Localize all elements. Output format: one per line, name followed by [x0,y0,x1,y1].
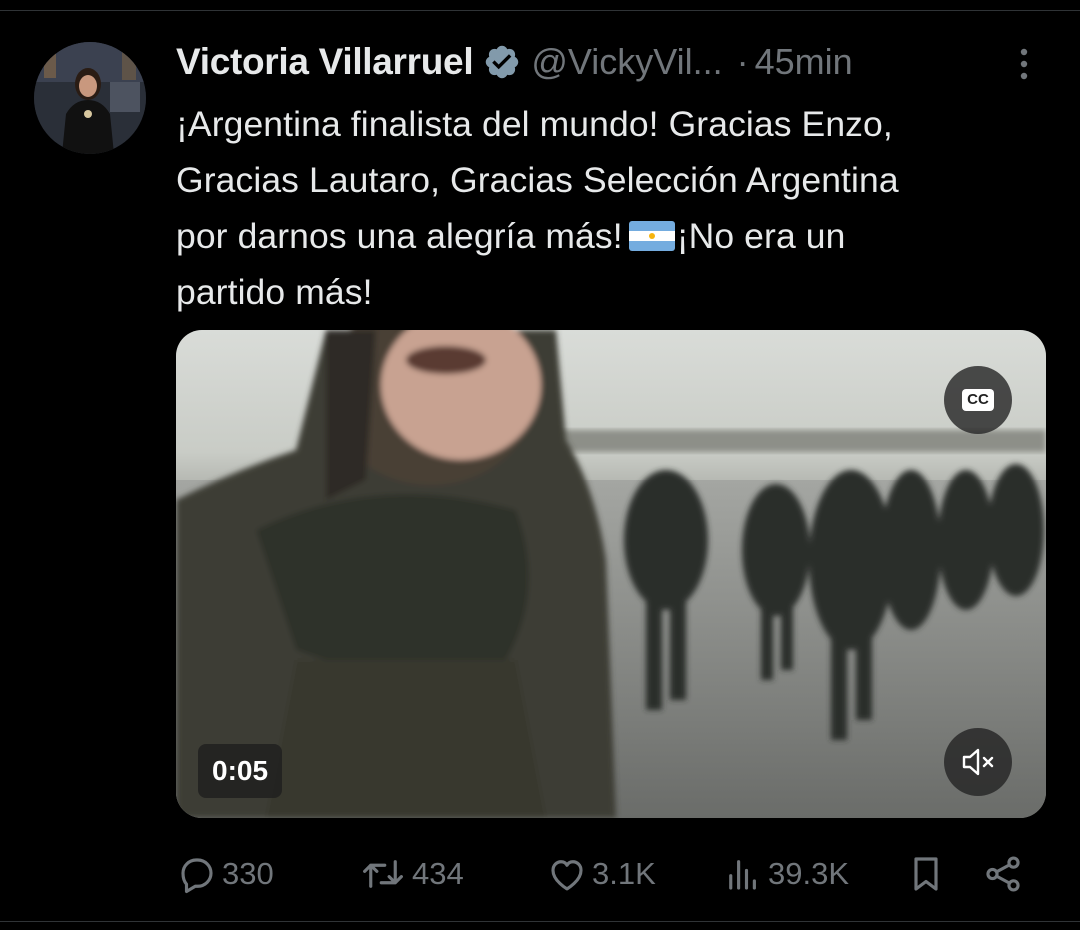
avatar[interactable] [34,42,146,154]
tweet-text-fragment: ¡No era un [676,216,846,256]
like-button[interactable]: 3.1K [546,848,656,900]
argentina-flag-icon [628,221,675,251]
tweet-text-line: por darnos una alegría más! ¡No era un [176,208,1056,264]
video-player[interactable]: CC 0:05 [176,330,1046,818]
like-count: 3.1K [592,856,656,891]
tweet-text-line: Gracias Lautaro, Gracias Selección Argen… [176,160,899,200]
video-duration: 0:05 [198,744,283,798]
author-handle[interactable]: @VickyVil... [531,41,722,83]
bookmark-button[interactable] [906,848,946,900]
repost-count: 434 [412,856,464,891]
more-options-icon[interactable] [1010,44,1038,84]
speaker-muted-icon [962,748,994,776]
repost-button[interactable]: 434 [358,848,464,900]
author-name[interactable]: Victoria Villarruel [176,41,474,83]
avatar-photo [34,42,146,154]
share-button[interactable] [982,848,1024,900]
heart-icon [551,860,583,891]
action-bar: 330 434 3.1K 39.3K [176,848,1046,900]
tweet-text-fragment: por darnos una alegría más! [176,216,623,256]
repost-icon [363,860,403,888]
tweet-header: Victoria Villarruel @VickyVil... · 45min [176,38,853,86]
video-frame [176,330,1046,818]
bottom-divider [0,921,1080,922]
views-bar-chart-icon [729,860,756,890]
reply-button[interactable]: 330 [176,848,274,900]
cc-icon: CC [962,389,994,411]
mute-button[interactable] [944,728,1012,796]
top-divider [0,10,1080,11]
reply-count: 330 [222,856,274,891]
views-count: 39.3K [768,856,850,891]
captions-button[interactable]: CC [944,366,1012,434]
header-separator: · [736,41,749,82]
tweet-text: ¡Argentina finalista del mundo! Gracias … [176,96,1056,320]
reply-icon [181,858,213,894]
bookmark-icon [914,857,938,891]
tweet-text-line: ¡Argentina finalista del mundo! Gracias … [176,104,893,144]
tweet-text-line: partido más! [176,272,373,312]
tweet-timestamp[interactable]: 45min [755,41,853,83]
views-button[interactable]: 39.3K [722,848,849,900]
verified-badge-icon [483,43,521,81]
share-icon [986,856,1020,892]
